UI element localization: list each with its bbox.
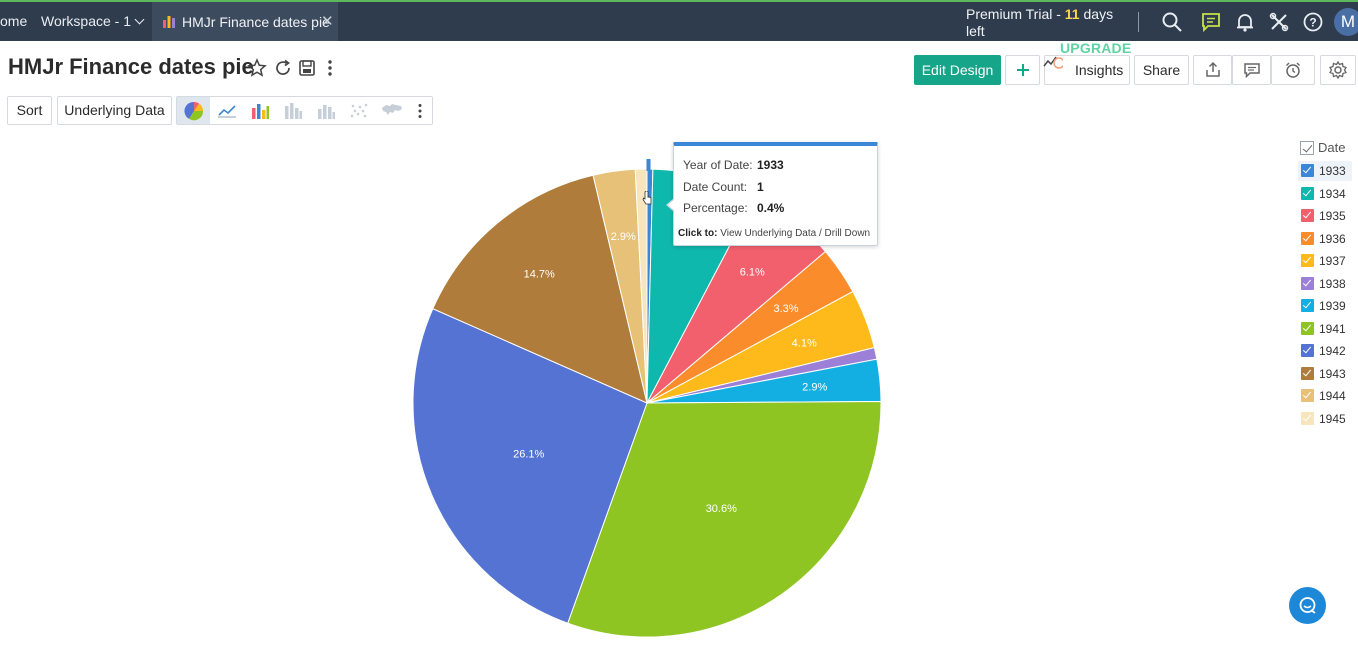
legend-item-1943[interactable]: 1943 [1298, 364, 1352, 384]
pie-slice-label-1939: 2.9% [802, 382, 827, 394]
hand-cursor-icon [642, 191, 652, 205]
tooltip-click-prefix: Click to: [678, 228, 718, 239]
legend-item-1942[interactable]: 1942 [1298, 341, 1352, 361]
pie-slice-label-1941: 30.6% [706, 503, 737, 515]
legend-title-label: Date [1318, 140, 1346, 155]
legend-item-label: 1944 [1319, 389, 1346, 403]
pie-slice-label-1944: 2.9% [611, 231, 636, 243]
checkbox-icon [1301, 299, 1314, 312]
checkbox-icon [1301, 209, 1314, 222]
legend-item-label: 1938 [1319, 276, 1346, 291]
legend-item-1939[interactable]: 1939 [1298, 296, 1352, 316]
legend-item-label: 1945 [1319, 411, 1346, 426]
legend-item-1934[interactable]: 1934 [1298, 184, 1352, 204]
legend-item-label: 1941 [1319, 321, 1346, 336]
tooltip-click-hint: Click to: View Underlying Data / Drill D… [678, 228, 870, 239]
tooltip-key: Percentage: [683, 201, 748, 215]
pie-slice-label-1943: 14.7% [524, 269, 555, 281]
legend-item-label: 1943 [1319, 366, 1346, 381]
checkbox-icon [1301, 231, 1314, 245]
pie-slice-label-1942: 26.1% [513, 449, 544, 461]
checkbox-icon [1300, 141, 1314, 155]
legend-item-1936[interactable]: 1936 [1298, 229, 1352, 249]
tooltip-row-year: Year of Date: 1933 [683, 158, 784, 172]
tooltip-click-text: View Underlying Data / Drill Down [717, 228, 871, 239]
legend-item-1944[interactable]: 1944 [1298, 386, 1352, 406]
checkbox-icon [1301, 321, 1314, 335]
chart-tooltip: Year of Date: 1933 Date Count: 1 Percent… [666, 142, 878, 246]
checkbox-icon [1301, 254, 1314, 267]
legend-item-label: 1939 [1319, 299, 1346, 313]
tooltip-key: Year of Date: [683, 158, 753, 172]
tooltip-row-count: Date Count: 1 [683, 180, 764, 194]
help-chat-button[interactable] [1289, 587, 1326, 624]
tooltip-key: Date Count: [683, 180, 748, 194]
legend-item-label: 1936 [1319, 231, 1346, 246]
legend-item-label: 1934 [1319, 186, 1346, 201]
legend-item-1933[interactable]: 1933 [1298, 161, 1352, 181]
legend-item-1937[interactable]: 1937 [1298, 251, 1352, 271]
legend-item-label: 1937 [1319, 254, 1346, 268]
legend-item-1945[interactable]: 1945 [1298, 409, 1352, 429]
hovered-slice-highlight [646, 159, 651, 171]
legend-item-1941[interactable]: 1941 [1298, 319, 1352, 339]
checkbox-icon [1301, 389, 1314, 402]
legend-item-label: 1942 [1319, 344, 1346, 358]
legend-item-label: 1933 [1319, 164, 1346, 178]
checkbox-icon [1301, 344, 1314, 357]
legend-item-label: 1935 [1319, 209, 1346, 223]
pie-chart: 7.3%6.1%3.3%4.1%2.9%30.6%26.1%14.7%2.9% [412, 159, 882, 638]
legend-item-1935[interactable]: 1935 [1298, 206, 1352, 226]
tooltip-value: 1 [757, 180, 764, 194]
tooltip-row-percentage: Percentage: 0.4% [683, 201, 784, 215]
pie-slice-label-1937: 4.1% [792, 338, 817, 350]
pie-slice-label-1936: 3.3% [773, 303, 798, 315]
checkbox-icon [1301, 411, 1314, 425]
pie-slice-label-1935: 6.1% [740, 267, 765, 279]
checkbox-icon [1301, 276, 1314, 290]
chat-bubble-icon [1299, 597, 1316, 614]
checkbox-icon [1301, 366, 1314, 380]
checkbox-icon [1301, 164, 1314, 177]
checkbox-icon [1301, 186, 1314, 200]
tooltip-arrow-inner [668, 199, 675, 211]
tooltip-value: 1933 [757, 158, 784, 172]
legend-item-1938[interactable]: 1938 [1298, 274, 1352, 294]
tooltip-value: 0.4% [757, 201, 785, 215]
